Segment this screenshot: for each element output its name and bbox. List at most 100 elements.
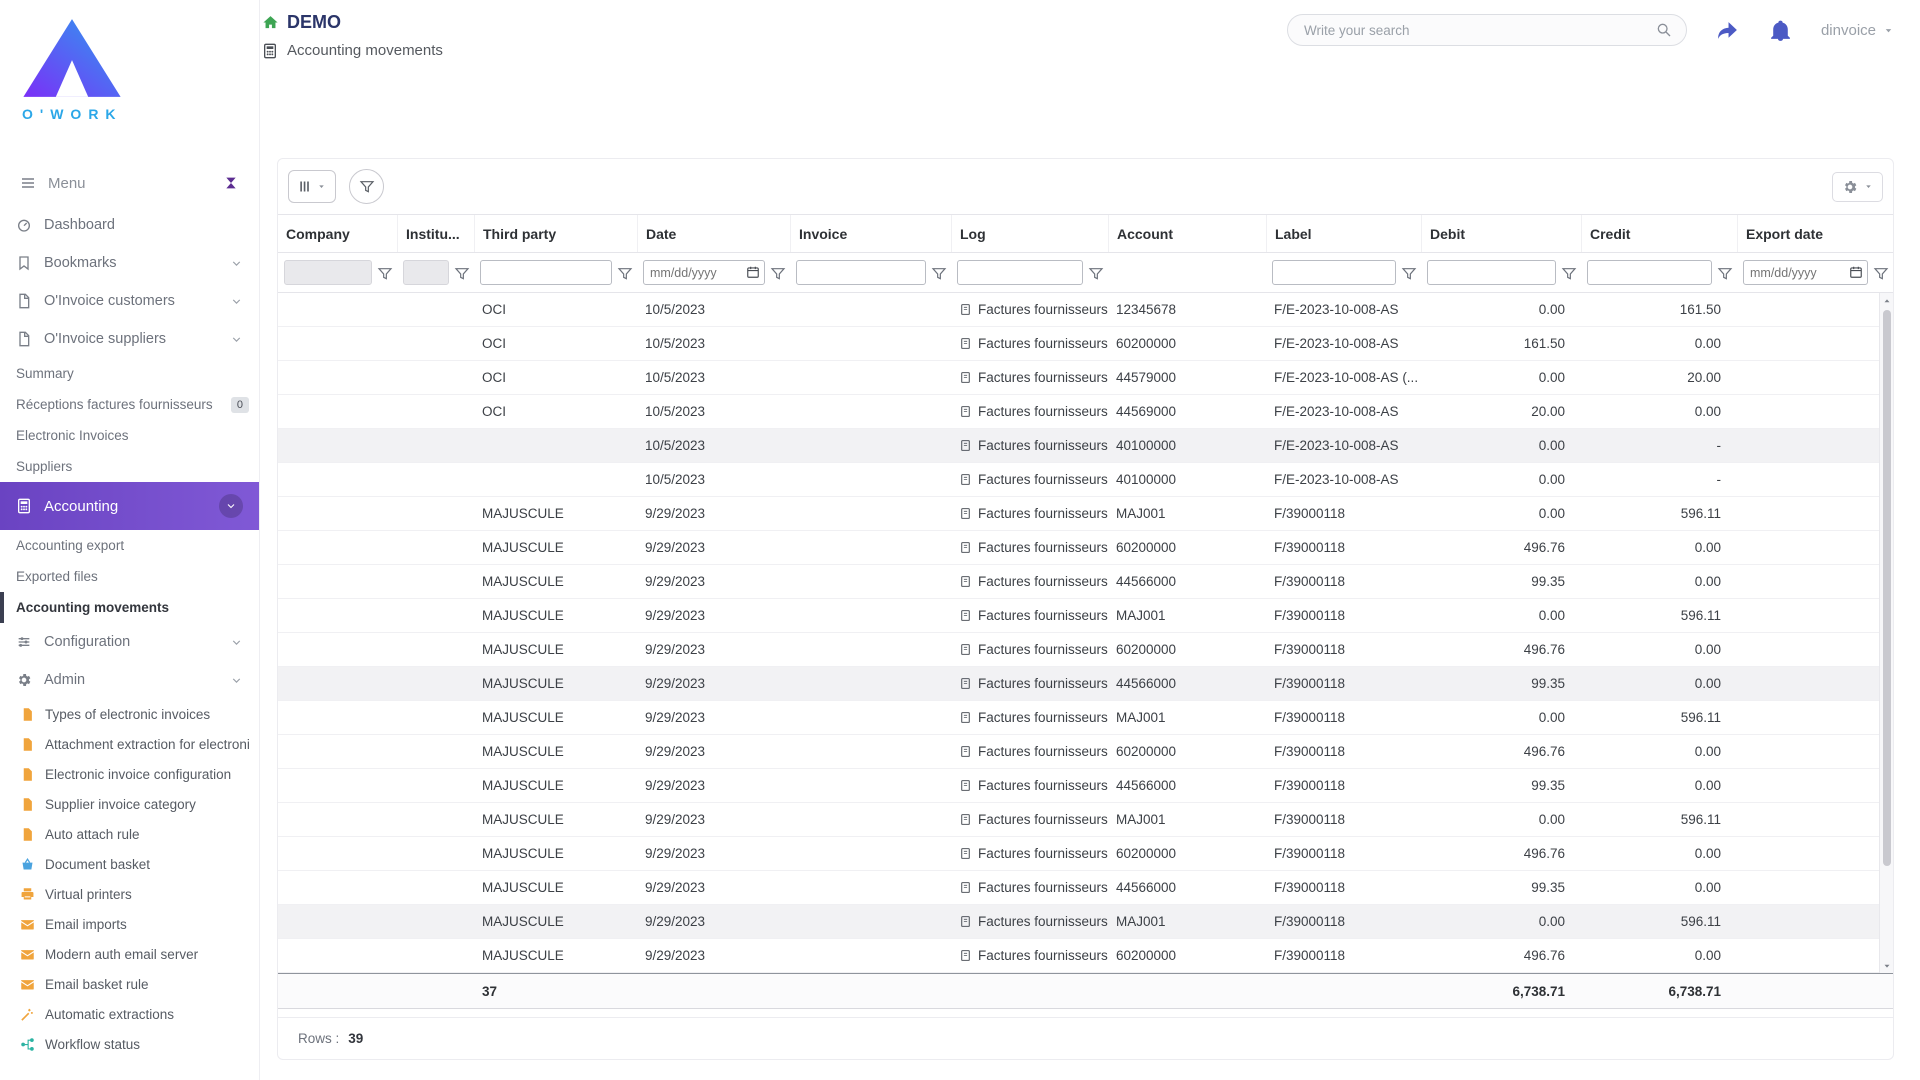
label-filter-menu[interactable] xyxy=(1401,266,1415,280)
table-row[interactable]: 10/5/2023 Factures fournisseurs 40100000… xyxy=(278,429,1893,463)
scrollbar-thumb[interactable] xyxy=(1882,310,1891,866)
table-row[interactable]: 10/5/2023 Factures fournisseurs 40100000… xyxy=(278,463,1893,497)
columns-button[interactable] xyxy=(288,170,336,203)
table-row[interactable]: MAJUSCULE 9/29/2023 Factures fournisseur… xyxy=(278,497,1893,531)
sidebar-item-virtual-printers[interactable]: Virtual printers xyxy=(0,879,259,909)
sidebar-item-exported-files[interactable]: Exported files xyxy=(0,561,259,592)
hamburger-icon[interactable] xyxy=(20,175,36,191)
cell-credit: 596.11 xyxy=(1680,506,1721,521)
credit-filter-menu[interactable] xyxy=(1717,266,1731,280)
column-header-debit[interactable]: Debit xyxy=(1421,215,1581,252)
table-row[interactable]: MAJUSCULE 9/29/2023 Factures fournisseur… xyxy=(278,633,1893,667)
sidebar-item-workflow-status[interactable]: Workflow status xyxy=(0,1029,259,1059)
column-header-log[interactable]: Log xyxy=(951,215,1108,252)
column-header-account[interactable]: Account xyxy=(1108,215,1266,252)
table-row[interactable]: MAJUSCULE 9/29/2023 Factures fournisseur… xyxy=(278,565,1893,599)
table-row[interactable]: MAJUSCULE 9/29/2023 Factures fournisseur… xyxy=(278,735,1893,769)
collapse-sidebar-icon[interactable] xyxy=(223,175,239,191)
column-header-date[interactable]: Date xyxy=(637,215,790,252)
table-row[interactable]: OCI 10/5/2023 Factures fournisseurs 1234… xyxy=(278,293,1893,327)
sidebar-item-receptions-factures[interactable]: Réceptions factures fournisseurs 0 xyxy=(0,389,259,420)
table-row[interactable]: MAJUSCULE 9/29/2023 Factures fournisseur… xyxy=(278,803,1893,837)
table-row[interactable]: MAJUSCULE 9/29/2023 Factures fournisseur… xyxy=(278,667,1893,701)
column-header-credit[interactable]: Credit xyxy=(1581,215,1737,252)
third-party-filter-input[interactable] xyxy=(480,260,612,285)
share-icon[interactable] xyxy=(1715,18,1740,43)
sidebar-item-configuration[interactable]: Configuration xyxy=(0,623,259,661)
company-filter-menu[interactable] xyxy=(377,266,391,280)
column-header-export-date[interactable]: Export date xyxy=(1737,215,1893,252)
cell-invoice xyxy=(790,701,951,734)
table-row[interactable]: MAJUSCULE 9/29/2023 Factures fournisseur… xyxy=(278,939,1893,973)
table-row[interactable]: OCI 10/5/2023 Factures fournisseurs 6020… xyxy=(278,327,1893,361)
home-icon[interactable] xyxy=(262,14,279,31)
sidebar-item-accounting[interactable]: Accounting xyxy=(0,482,259,530)
sidebar-item-admin[interactable]: Admin xyxy=(0,661,259,699)
calendar-icon[interactable] xyxy=(746,265,760,279)
log-icon xyxy=(959,847,972,860)
sidebar-item-attachment-extraction[interactable]: Attachment extraction for electroni xyxy=(0,729,259,759)
table-row[interactable]: MAJUSCULE 9/29/2023 Factures fournisseur… xyxy=(278,769,1893,803)
sidebar-item-accounting-export[interactable]: Accounting export xyxy=(0,530,259,561)
cell-debit: 0.00 xyxy=(1538,302,1565,317)
column-header-label[interactable]: Label xyxy=(1266,215,1421,252)
table-row[interactable]: OCI 10/5/2023 Factures fournisseurs 4457… xyxy=(278,361,1893,395)
sidebar-item-accounting-movements[interactable]: Accounting movements xyxy=(0,592,259,623)
table-row[interactable]: MAJUSCULE 9/29/2023 Factures fournisseur… xyxy=(278,905,1893,939)
search-icon[interactable] xyxy=(1656,22,1672,38)
table-row[interactable]: MAJUSCULE 9/29/2023 Factures fournisseur… xyxy=(278,599,1893,633)
calendar-icon[interactable] xyxy=(1849,265,1863,279)
sidebar-item-dashboard[interactable]: Dashboard xyxy=(0,206,259,244)
column-header-institution[interactable]: Institu... xyxy=(397,215,474,252)
label-filter-input[interactable] xyxy=(1272,260,1396,285)
grid-settings-button[interactable] xyxy=(1832,171,1883,202)
table-row[interactable]: MAJUSCULE 9/29/2023 Factures fournisseur… xyxy=(278,701,1893,735)
sidebar-item-oinvoice-customers[interactable]: O'Invoice customers xyxy=(0,282,259,320)
sidebar-item-summary[interactable]: Summary xyxy=(0,358,259,389)
sidebar-item-auto-attach-rule[interactable]: Auto attach rule xyxy=(0,819,259,849)
log-icon xyxy=(959,473,972,486)
table-row[interactable]: OCI 10/5/2023 Factures fournisseurs 4456… xyxy=(278,395,1893,429)
log-filter-menu[interactable] xyxy=(1088,266,1102,280)
sidebar-item-modern-auth-email-server[interactable]: Modern auth email server xyxy=(0,939,259,969)
sidebar-item-supplier-invoice-category[interactable]: Supplier invoice category xyxy=(0,789,259,819)
institution-filter-menu[interactable] xyxy=(454,266,468,280)
scroll-up-icon[interactable] xyxy=(1880,293,1893,308)
table-row[interactable]: MAJUSCULE 9/29/2023 Factures fournisseur… xyxy=(278,837,1893,871)
sidebar-item-oinvoice-suppliers[interactable]: O'Invoice suppliers xyxy=(0,320,259,358)
column-header-invoice[interactable]: Invoice xyxy=(790,215,951,252)
cell-third-party: OCI xyxy=(482,370,507,385)
column-header-third-party[interactable]: Third party xyxy=(474,215,637,252)
log-filter-input[interactable] xyxy=(957,260,1083,285)
search-input[interactable] xyxy=(1301,21,1648,39)
invoice-filter-menu[interactable] xyxy=(931,266,945,280)
date-filter-menu[interactable] xyxy=(770,266,784,280)
sidebar-item-suppliers[interactable]: Suppliers xyxy=(0,451,259,482)
debit-filter-input[interactable] xyxy=(1427,260,1556,285)
filter-button[interactable] xyxy=(349,169,384,204)
sidebar-item-document-basket[interactable]: Document basket xyxy=(0,849,259,879)
cell-label: F/E-2023-10-008-AS (... xyxy=(1274,370,1419,385)
table-row[interactable]: MAJUSCULE 9/29/2023 Factures fournisseur… xyxy=(278,531,1893,565)
cell-third-party: MAJUSCULE xyxy=(482,948,564,963)
sidebar-item-email-imports[interactable]: Email imports xyxy=(0,909,259,939)
invoice-filter-input[interactable] xyxy=(796,260,926,285)
sidebar-item-electronic-invoices[interactable]: Electronic Invoices xyxy=(0,420,259,451)
logo[interactable]: O'WORK xyxy=(0,0,259,160)
bell-icon[interactable] xyxy=(1768,18,1793,43)
credit-filter-input[interactable] xyxy=(1587,260,1712,285)
user-menu[interactable]: dinvoice xyxy=(1821,22,1894,39)
column-header-company[interactable]: Company xyxy=(278,215,397,252)
vertical-scrollbar[interactable] xyxy=(1879,293,1893,973)
sidebar-item-bookmarks[interactable]: Bookmarks xyxy=(0,244,259,282)
sidebar-item-automatic-extractions[interactable]: Automatic extractions xyxy=(0,999,259,1029)
export-date-filter-menu[interactable] xyxy=(1873,266,1887,280)
cell-account: 40100000 xyxy=(1116,438,1177,453)
sidebar-item-email-basket-rule[interactable]: Email basket rule xyxy=(0,969,259,999)
sidebar-item-electronic-invoice-configuration[interactable]: Electronic invoice configuration xyxy=(0,759,259,789)
debit-filter-menu[interactable] xyxy=(1561,266,1575,280)
sidebar-item-types-electronic-invoices[interactable]: Types of electronic invoices xyxy=(0,699,259,729)
scroll-down-icon[interactable] xyxy=(1880,958,1893,973)
table-row[interactable]: MAJUSCULE 9/29/2023 Factures fournisseur… xyxy=(278,871,1893,905)
third-party-filter-menu[interactable] xyxy=(617,266,631,280)
